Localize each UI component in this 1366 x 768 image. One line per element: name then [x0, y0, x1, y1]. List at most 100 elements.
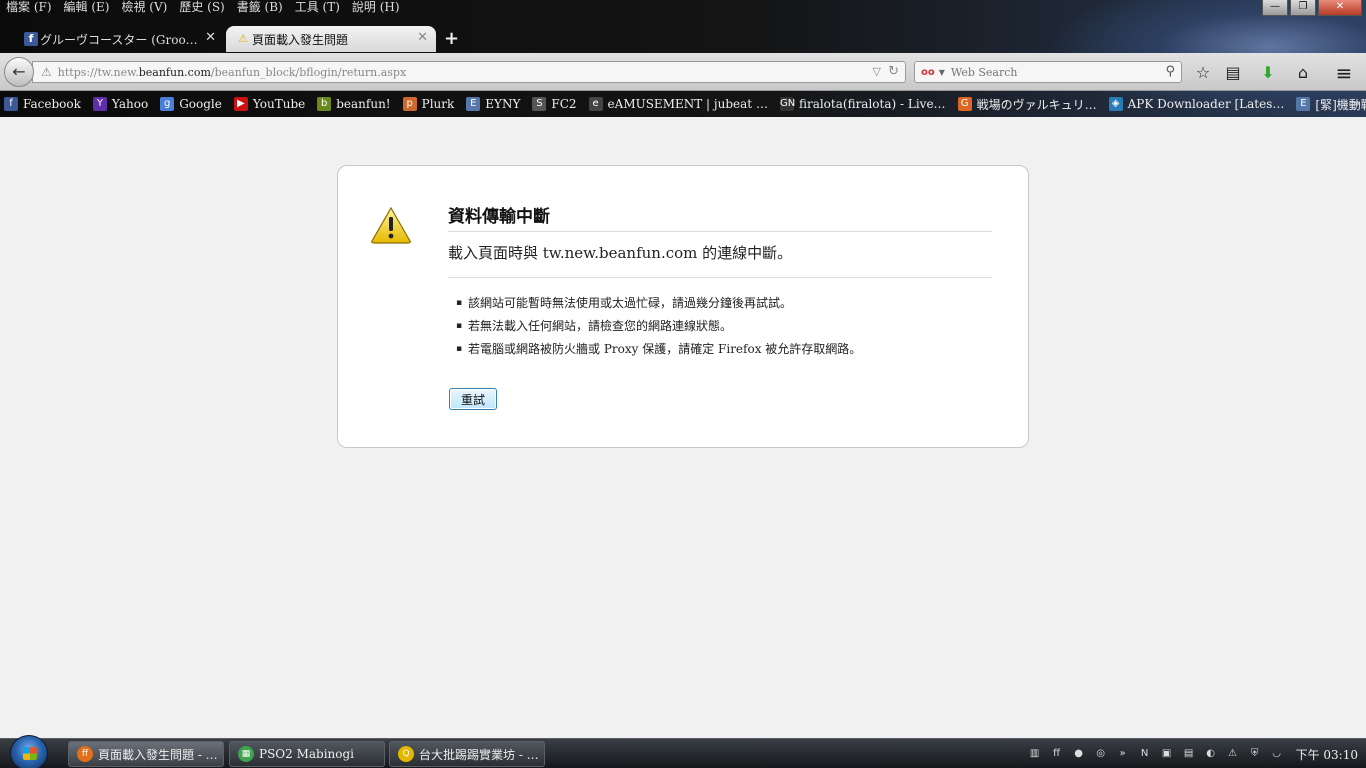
bookmark-label: Facebook — [23, 97, 81, 111]
bookmark-favicon-icon: GN — [779, 97, 796, 111]
reload-icon[interactable]: ↻ — [888, 64, 899, 79]
tray-icon[interactable]: ▣ — [1159, 746, 1175, 762]
tray-icon[interactable]: ▥ — [1027, 746, 1043, 762]
bookmark-favicon-icon: f — [4, 97, 18, 111]
system-tray: ▥ ff ● ◎ » N ▣ ▤ ◐ ⚠ ⛨ ◡ 下午 03:10 — [1024, 739, 1366, 768]
menu-edit[interactable]: 編輯 (E) — [58, 0, 116, 16]
tray-icon[interactable]: N — [1137, 746, 1153, 762]
url-dropdown-icon[interactable]: ▽ — [873, 65, 881, 78]
close-window-button[interactable]: ✕ — [1318, 0, 1362, 16]
minimize-button[interactable]: — — [1262, 0, 1288, 16]
bookmark-favicon-icon: g — [160, 97, 175, 111]
bookmarks-toolbar: f Facebook Y Yahoo g Google ▶ YouTube b beanfun! p… — [0, 92, 1366, 116]
bookmark-favicon-icon: Y — [92, 97, 107, 111]
suggestion-item: 該網站可能暫時無法使用或太過忙碌，請過幾分鐘後再試試。 — [456, 292, 992, 315]
search-input[interactable] — [950, 65, 1151, 79]
bookmarks-overflow-button[interactable]: » — [1353, 97, 1360, 110]
tray-icon[interactable]: ⛨ — [1247, 746, 1263, 762]
warning-icon — [371, 206, 411, 244]
bookmark-favicon-icon: ◈ — [1108, 97, 1123, 111]
home-icon[interactable]: ⌂ — [1293, 63, 1313, 83]
chevron-down-icon[interactable]: ▼ — [939, 68, 945, 77]
bookmark-favicon-icon: S — [532, 97, 547, 111]
url-bar[interactable]: ⚠ https://tw.new.beanfun.com/beanfun_blo… — [32, 61, 906, 83]
bookmark-item[interactable]: S FC2 — [532, 97, 577, 111]
clock[interactable]: 下午 03:10 — [1296, 746, 1358, 763]
back-button[interactable]: ← — [4, 57, 34, 87]
app-icon: ff — [77, 746, 93, 762]
bookmark-item[interactable]: ▶ YouTube — [233, 97, 306, 111]
bookmark-favicon-icon: p — [402, 97, 417, 111]
bookmark-item[interactable]: e eAMUSEMENT | jubeat … — [588, 97, 768, 111]
close-tab-icon[interactable]: ✕ — [417, 30, 428, 45]
taskbar-window-button[interactable]: Q 台大批踢踢實業坊 - … — [389, 741, 545, 767]
new-tab-button[interactable]: + — [444, 28, 459, 49]
bookmark-label: Yahoo — [111, 97, 149, 111]
bookmark-favicon-icon: b — [317, 97, 332, 111]
tray-icon[interactable]: ◐ — [1203, 746, 1219, 762]
taskbar-window-button[interactable]: ff 頁面載入發生問題 - … — [68, 741, 224, 767]
facebook-icon: f — [24, 32, 38, 46]
tray-icon[interactable]: ▤ — [1181, 746, 1197, 762]
bookmark-label: Plurk — [421, 97, 455, 111]
site-warning-icon[interactable]: ⚠ — [41, 65, 52, 79]
browser-chrome: 檔案 (F) 編輯 (E) 檢視 (V) 歷史 (S) 書籤 (B) 工具 (T… — [0, 0, 1366, 117]
window-controls: — ❐ ✕ — [1262, 0, 1362, 16]
bookmark-label: firalota(firalota) - Live… — [798, 97, 946, 111]
bookmark-label: beanfun! — [336, 97, 391, 111]
tray-icon[interactable]: ff — [1049, 746, 1065, 762]
app-icon: Q — [398, 746, 414, 762]
taskbar-window-button[interactable]: ▦ PSO2 Mabinogi — [229, 741, 385, 767]
page-content: 資料傳輸中斷 載入頁面時與 tw.new.beanfun.com 的連線中斷。 … — [0, 117, 1366, 738]
bookmark-favicon-icon: E — [1296, 97, 1311, 111]
windows-taskbar: ff 頁面載入發生問題 - … ▦ PSO2 Mabinogi Q 台大批踢踢實業坊 - … — [0, 735, 1366, 768]
bookmark-label: YouTube — [252, 97, 306, 111]
bookmark-label: Google — [179, 97, 222, 111]
close-tab-icon[interactable]: ✕ — [205, 30, 216, 45]
tray-icon[interactable]: ⚠ — [1225, 746, 1241, 762]
menu-view[interactable]: 檢視 (V) — [115, 0, 173, 16]
error-description: 載入頁面時與 tw.new.beanfun.com 的連線中斷。 — [448, 242, 992, 278]
tab-page-load-error[interactable]: ⚠ 頁面載入發生問題 ✕ — [226, 26, 436, 52]
restore-button[interactable]: ❐ — [1290, 0, 1316, 16]
bookmark-star-icon[interactable]: ☆ — [1193, 63, 1213, 83]
taskbar-button-label: 台大批踢踢實業坊 - … — [419, 747, 539, 762]
bookmark-label: eAMUSEMENT | jubeat … — [607, 97, 768, 111]
bookmark-item[interactable]: g Google — [160, 97, 222, 111]
tray-icon[interactable]: ◡ — [1269, 746, 1285, 762]
tab-groove-coaster[interactable]: f グルーヴコースター (Groo… ✕ — [14, 26, 224, 52]
bookmark-favicon-icon: e — [588, 97, 603, 111]
retry-button[interactable]: 重試 — [449, 388, 497, 410]
menu-file[interactable]: 檔案 (F) — [0, 0, 58, 16]
search-icon[interactable]: ⚲ — [1165, 64, 1175, 79]
bookmark-item[interactable]: ◈ APK Downloader [Lates… — [1108, 97, 1284, 111]
bookmark-item[interactable]: Y Yahoo — [92, 97, 149, 111]
warning-icon: ⚠ — [238, 32, 248, 45]
menu-tools[interactable]: 工具 (T) — [289, 0, 346, 16]
error-page-container: 資料傳輸中斷 載入頁面時與 tw.new.beanfun.com 的連線中斷。 … — [337, 165, 1029, 448]
search-engine-icon[interactable]: oo — [921, 67, 935, 78]
search-bar: oo ▼ ⚲ — [914, 61, 1182, 83]
reading-list-icon[interactable]: ▤ — [1223, 63, 1243, 83]
bookmark-favicon-icon: G — [957, 97, 972, 111]
download-icon[interactable]: ⬇ — [1258, 63, 1278, 83]
suggestion-item: 若電腦或網路被防火牆或 Proxy 保護，請確定 Firefox 被允許存取網路… — [456, 338, 992, 361]
menu-bookmarks[interactable]: 書籤 (B) — [231, 0, 289, 16]
start-button[interactable] — [10, 735, 48, 768]
bookmark-item[interactable]: b beanfun! — [317, 97, 391, 111]
menu-help[interactable]: 說明 (H) — [346, 0, 406, 16]
bookmark-item[interactable]: p Plurk — [402, 97, 455, 111]
hamburger-menu-icon[interactable]: ≡ — [1334, 63, 1354, 83]
tray-icon[interactable]: ◎ — [1093, 746, 1109, 762]
bookmark-item[interactable]: G 戦場のヴァルキュリ… — [957, 96, 1097, 113]
bookmark-item[interactable]: E EYNY — [466, 97, 520, 111]
tray-icon[interactable]: » — [1115, 746, 1131, 762]
menu-history[interactable]: 歷史 (S) — [173, 0, 230, 16]
bookmark-favicon-icon: E — [466, 97, 481, 111]
error-suggestions: 該網站可能暫時無法使用或太過忙碌，請過幾分鐘後再試試。 若無法載入任何網站，請檢… — [456, 292, 992, 361]
bookmark-item[interactable]: GN firalota(firalota) - Live… — [779, 97, 946, 111]
tray-icon[interactable]: ● — [1071, 746, 1087, 762]
menu-bar: 檔案 (F) 編輯 (E) 檢視 (V) 歷史 (S) 書籤 (B) 工具 (T… — [0, 0, 406, 16]
bookmark-item[interactable]: f Facebook — [4, 97, 81, 111]
taskbar-button-label: PSO2 Mabinogi — [259, 747, 355, 761]
